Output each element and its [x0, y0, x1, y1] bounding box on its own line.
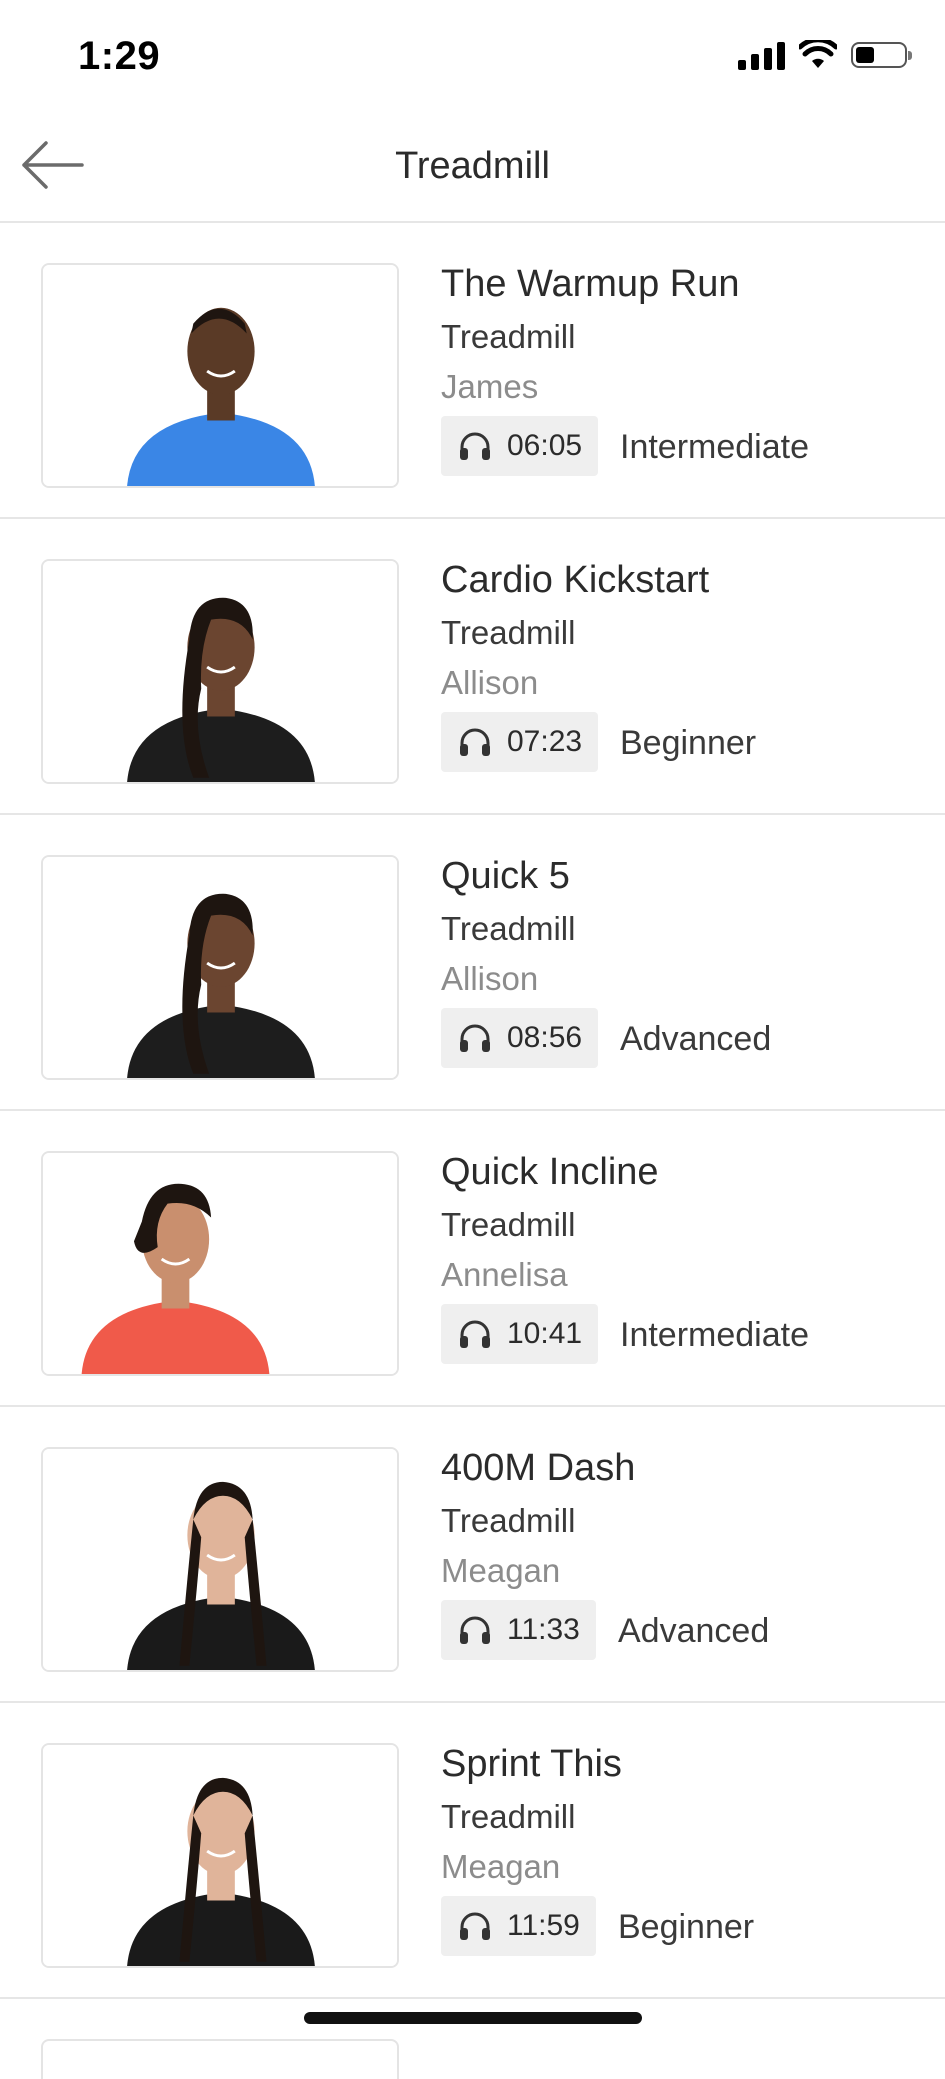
workout-title: Sprint This — [441, 1743, 622, 1785]
cellular-signal-icon — [738, 40, 785, 70]
workout-title: 400M Dash — [441, 1447, 636, 1489]
workout-level: Beginner — [620, 724, 757, 762]
duration-chip: 10:41 — [441, 1304, 599, 1364]
duration-chip: 08:56 — [441, 1008, 599, 1068]
workout-title: Cardio Kickstart — [441, 559, 710, 601]
duration-chip: 07:23 — [441, 712, 599, 772]
workout-list: The Warmup Run Treadmill James 06:05 Int… — [0, 223, 945, 2079]
duration-chip: 06:05 — [441, 416, 599, 476]
workout-category: Treadmill — [441, 318, 576, 355]
instructor-name: Meagan — [441, 1848, 561, 1885]
workout-duration: 10:41 — [507, 1317, 583, 1350]
trainer-photo — [43, 1153, 397, 1374]
trainer-photo — [43, 265, 397, 486]
trainer-thumbnail — [41, 263, 399, 488]
wifi-icon — [799, 40, 837, 68]
workout-level: Beginner — [618, 1908, 755, 1946]
workout-row-5[interactable]: 400M Dash Treadmill Meagan 11:33 Advance… — [0, 1407, 945, 1703]
workout-level: Advanced — [620, 1020, 772, 1058]
home-indicator — [304, 2012, 642, 2024]
workout-level: Intermediate — [620, 1316, 809, 1354]
trainer-thumbnail — [41, 1447, 399, 1672]
trainer-photo — [43, 561, 397, 782]
workout-title: Quick Incline — [441, 1151, 659, 1193]
workout-level: Intermediate — [620, 428, 809, 466]
workout-row-6[interactable]: Sprint This Treadmill Meagan 11:59 Begin… — [0, 1703, 945, 1999]
instructor-name: Meagan — [441, 1552, 561, 1589]
workout-category: Treadmill — [441, 1206, 576, 1243]
workout-title: Quick 5 — [441, 855, 570, 897]
headphones-icon — [460, 432, 490, 460]
workout-row-2[interactable]: Cardio Kickstart Treadmill Allison 07:23… — [0, 519, 945, 815]
trainer-thumbnail — [41, 559, 399, 784]
workout-row-3[interactable]: Quick 5 Treadmill Allison 08:56 Advanced — [0, 815, 945, 1111]
workout-duration: 11:33 — [507, 1613, 580, 1646]
workout-row-4[interactable]: Quick Incline Treadmill Annelisa 10:41 I… — [0, 1111, 945, 1407]
page-title: Treadmill — [395, 145, 550, 187]
workout-duration: 08:56 — [507, 1021, 583, 1054]
trainer-thumbnail — [41, 2039, 399, 2079]
workout-category: Treadmill — [441, 614, 576, 651]
headphones-icon — [460, 1320, 490, 1348]
navigation-bar: Treadmill — [0, 115, 945, 223]
workout-category: Treadmill — [441, 910, 576, 947]
workout-duration: 06:05 — [507, 429, 583, 462]
workout-row-1[interactable]: The Warmup Run Treadmill James 06:05 Int… — [0, 223, 945, 519]
workout-category: Treadmill — [441, 1798, 576, 1835]
instructor-name: Allison — [441, 664, 539, 701]
headphones-icon — [460, 1912, 490, 1940]
trainer-thumbnail — [41, 1743, 399, 1968]
workout-category: Treadmill — [441, 1502, 576, 1539]
duration-chip: 11:33 — [441, 1600, 596, 1660]
workout-level: Advanced — [618, 1612, 770, 1650]
trainer-photo — [43, 1449, 397, 1670]
instructor-name: James — [441, 368, 539, 405]
status-bar: 1:29 — [0, 0, 945, 115]
trainer-thumbnail — [41, 855, 399, 1080]
trainer-photo — [43, 1745, 397, 1966]
headphones-icon — [460, 1616, 490, 1644]
headphones-icon — [460, 728, 490, 756]
trainer-thumbnail — [41, 1151, 399, 1376]
headphones-icon — [460, 1024, 490, 1052]
trainer-photo — [43, 857, 397, 1078]
status-time: 1:29 — [78, 34, 161, 78]
workout-duration: 07:23 — [507, 725, 583, 758]
workout-row-peek[interactable] — [0, 1999, 945, 2079]
duration-chip: 11:59 — [441, 1896, 596, 1956]
status-icons — [738, 40, 912, 70]
battery-icon — [851, 42, 912, 68]
workout-duration: 11:59 — [507, 1909, 580, 1942]
instructor-name: Annelisa — [441, 1256, 568, 1293]
workout-title: The Warmup Run — [441, 263, 740, 305]
instructor-name: Allison — [441, 960, 539, 997]
